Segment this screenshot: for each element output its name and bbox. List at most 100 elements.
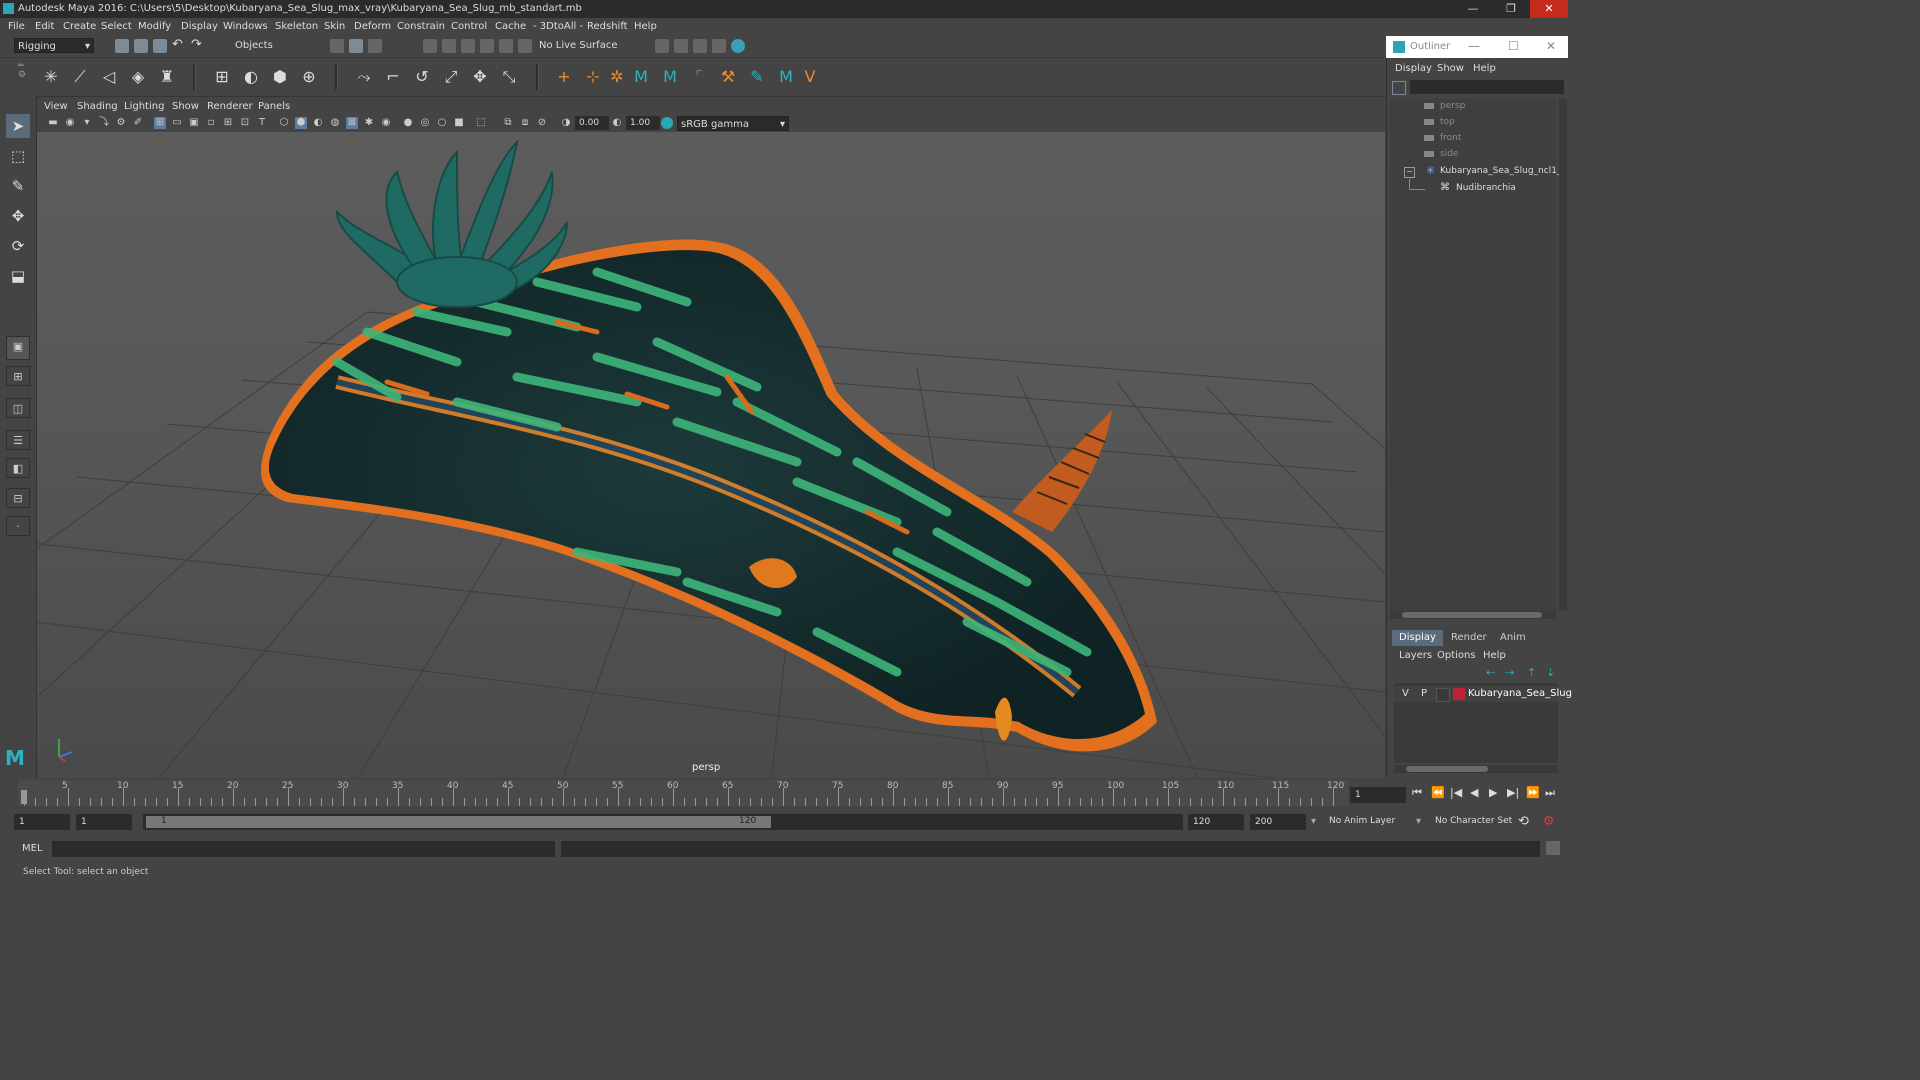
gamma-icon[interactable]: ◐ bbox=[611, 117, 623, 129]
set-driven-key-icon[interactable]: ✲ bbox=[606, 66, 628, 88]
outliner-persp-layout-icon[interactable]: ☰ bbox=[6, 430, 30, 450]
outliner-item-front[interactable]: front bbox=[1440, 133, 1461, 143]
layer-horizontal-scrollbar[interactable] bbox=[1394, 765, 1558, 773]
joint-tool-icon[interactable]: ✳ bbox=[40, 66, 62, 88]
go-to-end-button[interactable]: ⏭ bbox=[1545, 786, 1555, 800]
snap-curve-icon[interactable] bbox=[442, 39, 456, 53]
select-hierarchy-icon[interactable] bbox=[330, 39, 344, 53]
exposure-field[interactable]: 0.00 bbox=[575, 116, 609, 130]
time-slider[interactable]: 5 10 15 20 25 30 35 40 45 50 55 60 65 70 75 80 85 90 95 100… bbox=[18, 780, 1348, 806]
outliner-horizontal-scrollbar[interactable] bbox=[1390, 611, 1556, 619]
layer-tab-display[interactable]: Display bbox=[1392, 630, 1443, 646]
shelf-menu-icon[interactable]: ═ ⚙ bbox=[18, 62, 26, 80]
perspective-viewport[interactable]: persp bbox=[37, 132, 1385, 778]
image-plane-icon[interactable]: ⤵ bbox=[98, 117, 110, 129]
step-forward-frame-button[interactable]: ▶| bbox=[1507, 786, 1519, 799]
collapse-icon[interactable]: − bbox=[1404, 167, 1415, 178]
minimize-button[interactable]: — bbox=[1454, 0, 1492, 18]
bookmark-icon[interactable]: ▾ bbox=[81, 117, 93, 129]
grid-toggle-icon[interactable]: ⊞ bbox=[154, 117, 166, 129]
maya-logo-shelf-icon[interactable]: M bbox=[630, 66, 652, 88]
outliner-filter-icon[interactable] bbox=[1392, 81, 1406, 95]
save-scene-icon[interactable] bbox=[153, 39, 167, 53]
move-layer-up-icon[interactable]: ⇠ bbox=[1486, 666, 1495, 679]
viewport-menu-view[interactable]: View bbox=[44, 101, 68, 112]
gamma-field[interactable]: 1.00 bbox=[626, 116, 660, 130]
menu-control[interactable]: Control bbox=[451, 21, 487, 32]
ik-handle-icon[interactable]: ◁ bbox=[98, 66, 120, 88]
xray-icon[interactable]: ■ bbox=[453, 117, 465, 129]
color-space-dropdown[interactable]: sRGB gamma ▾ bbox=[677, 116, 789, 131]
current-frame-field[interactable]: 1 bbox=[1350, 787, 1406, 803]
render-view-icon[interactable] bbox=[655, 39, 669, 53]
cluster-icon[interactable]: ⊕ bbox=[298, 66, 320, 88]
layer-menu-help[interactable]: Help bbox=[1483, 650, 1506, 661]
layer-name[interactable]: Kubaryana_Sea_Slug bbox=[1468, 688, 1572, 699]
menu-skin[interactable]: Skin bbox=[324, 21, 345, 32]
aim-constraint-icon[interactable]: ⌐ bbox=[382, 66, 404, 88]
rotate-tool-icon[interactable]: ⟳ bbox=[6, 234, 30, 258]
menu-edit[interactable]: Edit bbox=[35, 21, 54, 32]
graph-persp-layout-icon[interactable]: ◧ bbox=[6, 458, 30, 478]
layout-options-icon[interactable]: · bbox=[6, 516, 30, 536]
ik-spline-icon[interactable]: ◈ bbox=[127, 66, 149, 88]
layer-tab-anim[interactable]: Anim bbox=[1493, 630, 1533, 646]
field-chart-icon[interactable]: ⊞ bbox=[222, 117, 234, 129]
lasso-tool-icon[interactable]: ⬚ bbox=[6, 144, 30, 168]
menu-windows[interactable]: Windows bbox=[223, 21, 268, 32]
outliner-item-top[interactable]: top bbox=[1440, 117, 1455, 127]
viewport-menu-lighting[interactable]: Lighting bbox=[124, 101, 164, 112]
outliner-menu-help[interactable]: Help bbox=[1473, 63, 1496, 74]
selection-mode-dropdown[interactable]: Objects bbox=[232, 38, 310, 53]
render-current-icon[interactable] bbox=[674, 39, 688, 53]
xray-joints-icon[interactable]: ⧉ bbox=[502, 117, 514, 129]
end-time-field[interactable]: 200 bbox=[1250, 814, 1306, 830]
outliner-item-group[interactable]: Kubaryana_Sea_Slug_ncl1_1 bbox=[1440, 166, 1567, 176]
undo-icon[interactable]: ↶ bbox=[172, 37, 183, 52]
lattice-icon[interactable]: ⬢ bbox=[269, 66, 291, 88]
backface-culling-icon[interactable]: ⊘ bbox=[536, 117, 548, 129]
color-management-icon[interactable] bbox=[661, 117, 673, 129]
maya-logo-shelf-icon-3[interactable]: M bbox=[775, 66, 797, 88]
menu-redshift[interactable]: Redshift bbox=[587, 21, 628, 32]
motion-blur-icon[interactable]: ● bbox=[402, 117, 414, 129]
step-back-frame-button[interactable]: |◀ bbox=[1450, 786, 1462, 799]
textured-icon[interactable]: ◍ bbox=[329, 117, 341, 129]
wireframe-icon[interactable]: ⬡ bbox=[278, 117, 290, 129]
paint-select-icon[interactable]: ✎ bbox=[6, 174, 30, 198]
maya-logo-shelf-icon-2[interactable]: M bbox=[659, 66, 681, 88]
film-gate-icon[interactable]: ▭ bbox=[171, 117, 183, 129]
snap-view-plane-icon[interactable] bbox=[480, 39, 494, 53]
move-layer-down-icon[interactable]: ⇢ bbox=[1505, 666, 1514, 679]
menu-display[interactable]: Display bbox=[181, 21, 218, 32]
screen-space-ao-icon[interactable]: ◉ bbox=[380, 117, 392, 129]
camera-attributes-icon[interactable]: ◉ bbox=[64, 117, 76, 129]
layer-playback-toggle[interactable]: P bbox=[1421, 688, 1427, 699]
script-editor-icon[interactable] bbox=[1546, 841, 1560, 855]
layer-tab-render[interactable]: Render bbox=[1444, 630, 1494, 646]
outliner-menu-display[interactable]: Display bbox=[1395, 63, 1432, 74]
viewport-menu-show[interactable]: Show bbox=[172, 101, 199, 112]
outliner-item-mesh[interactable]: Nudibranchia bbox=[1456, 183, 1516, 193]
single-view-layout-icon[interactable]: ▣ bbox=[6, 336, 30, 360]
layer-color-swatch[interactable] bbox=[1453, 688, 1465, 700]
new-scene-icon[interactable] bbox=[115, 39, 129, 53]
layer-visibility-toggle[interactable]: V bbox=[1402, 688, 1409, 699]
point-constraint-icon[interactable]: ⤳ bbox=[353, 66, 375, 88]
open-scene-icon[interactable] bbox=[134, 39, 148, 53]
xray-active-icon[interactable]: ⧈ bbox=[519, 117, 531, 129]
layer-row[interactable]: V P Kubaryana_Sea_Slug bbox=[1394, 686, 1572, 702]
redo-icon[interactable]: ↷ bbox=[191, 37, 202, 52]
menu-skeleton[interactable]: Skeleton bbox=[275, 21, 318, 32]
paint-weights-icon[interactable]: ◐ bbox=[240, 66, 262, 88]
layer-type-toggle[interactable] bbox=[1436, 688, 1450, 702]
close-button[interactable]: ✕ bbox=[1530, 0, 1568, 18]
scale-tool-icon[interactable]: ⬓ bbox=[6, 264, 30, 288]
hypershade-icon[interactable] bbox=[731, 39, 745, 53]
new-layer-selected-icon[interactable]: ⇣ bbox=[1546, 666, 1555, 679]
use-all-lights-icon[interactable]: ⊠ bbox=[346, 117, 358, 129]
range-slider[interactable]: 1 120 bbox=[143, 814, 1183, 830]
menu-file[interactable]: File bbox=[8, 21, 25, 32]
two-view-layout-icon[interactable]: ◫ bbox=[6, 398, 30, 418]
preferences-icon[interactable]: ⚙ bbox=[1543, 814, 1555, 829]
